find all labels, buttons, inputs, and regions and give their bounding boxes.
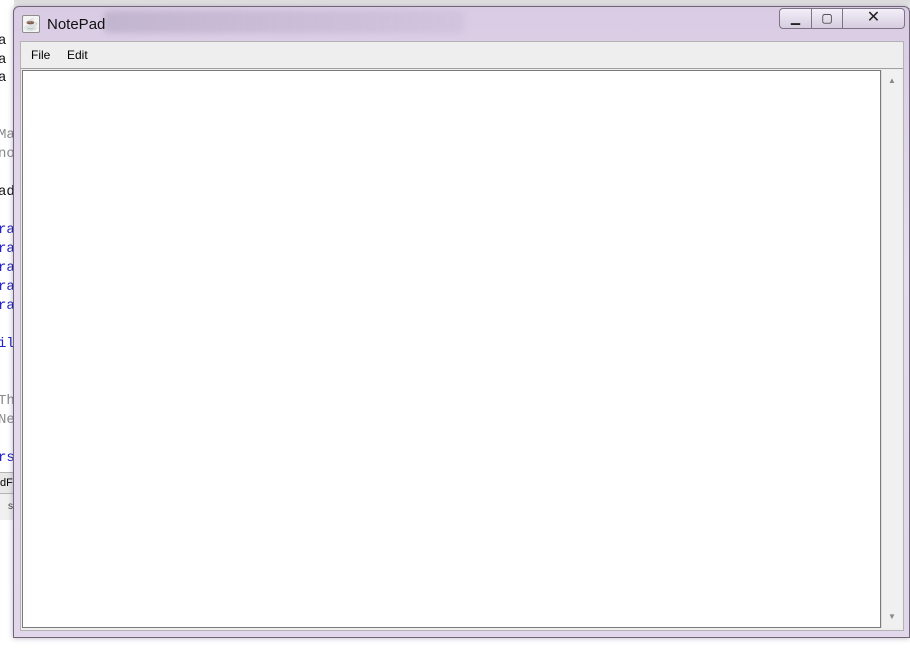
bg-code-line: ra bbox=[0, 222, 14, 238]
menu-edit[interactable]: Edit bbox=[67, 47, 88, 63]
menu-file[interactable]: File bbox=[31, 47, 50, 63]
title-bar-glass bbox=[104, 11, 464, 33]
scroll-up-arrow-icon[interactable]: ▲ bbox=[882, 72, 902, 90]
title-bar[interactable]: ☕ NotePad ▁ ▢ ✕ bbox=[14, 7, 909, 41]
bg-code-line: no bbox=[0, 146, 14, 162]
maximize-icon: ▢ bbox=[821, 11, 833, 25]
bg-code-line: a bbox=[0, 52, 7, 68]
maximize-button[interactable]: ▢ bbox=[811, 8, 843, 29]
java-cup-icon[interactable]: ☕ bbox=[22, 15, 40, 33]
background-editor: a a a Ma no ad ra ra ra ra ra il Th Ne r… bbox=[0, 0, 14, 649]
notepad-window: ☕ NotePad ▁ ▢ ✕ File Edit ▲ ▼ bbox=[13, 6, 910, 638]
scroll-down-arrow-icon[interactable]: ▼ bbox=[882, 608, 902, 626]
bg-code-line: ra bbox=[0, 260, 14, 276]
minimize-icon: ▁ bbox=[790, 11, 801, 25]
background-status: s bbox=[0, 494, 14, 520]
bg-code-line: Ma bbox=[0, 127, 14, 143]
bg-code-line: a bbox=[0, 33, 7, 49]
bg-code-line: a bbox=[0, 70, 7, 86]
bg-code-line: ad bbox=[0, 184, 14, 200]
background-tab[interactable]: dF bbox=[0, 472, 14, 494]
window-content: File Edit ▲ ▼ bbox=[20, 41, 904, 631]
window-title: NotePad bbox=[47, 16, 106, 33]
vertical-scrollbar[interactable]: ▲ ▼ bbox=[881, 70, 902, 628]
close-icon: ✕ bbox=[866, 9, 881, 26]
bg-code-line: ra bbox=[0, 241, 14, 257]
bg-code-line: Th bbox=[0, 393, 14, 409]
bg-code-line: ra bbox=[0, 279, 14, 295]
menu-bar: File Edit bbox=[21, 42, 903, 69]
minimize-button[interactable]: ▁ bbox=[779, 8, 812, 29]
bg-code-line: Ne bbox=[0, 412, 14, 428]
bg-code-line: il bbox=[0, 336, 14, 352]
bg-code-line: rs bbox=[0, 450, 14, 466]
bg-code-line: ra bbox=[0, 298, 14, 314]
close-button[interactable]: ✕ bbox=[842, 8, 905, 29]
text-editor-area[interactable] bbox=[22, 70, 881, 628]
